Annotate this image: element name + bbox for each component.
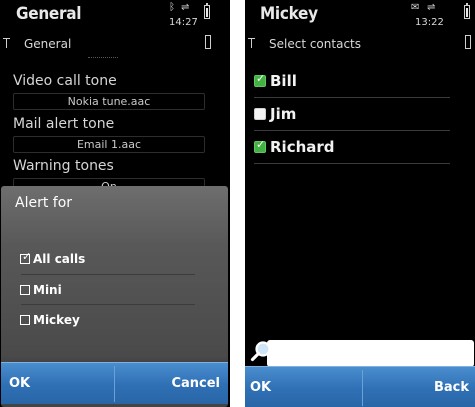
divider	[254, 163, 450, 164]
battery-level-icon	[465, 35, 471, 49]
signal-icon	[248, 38, 255, 48]
contact-name: Bill	[270, 72, 297, 90]
contact-name: Richard	[270, 138, 335, 156]
checkbox-checked-icon[interactable]: ✓	[20, 251, 31, 264]
alert-for-dialog: Alert for ✓ All calls Mini Mickey OK Canc…	[1, 186, 228, 407]
softkey-divider	[362, 370, 363, 406]
checkbox-checked-icon[interactable]: ✓	[254, 73, 266, 87]
cancel-button[interactable]: Cancel	[171, 363, 220, 405]
option-label: All calls	[33, 252, 86, 266]
option-all-calls[interactable]: ✓ All calls	[20, 251, 85, 267]
signal-icon	[3, 38, 10, 48]
setting-label[interactable]: Video call tone	[13, 73, 117, 89]
setting-value[interactable]: Email 1.aac	[13, 136, 205, 153]
checkbox-unchecked-icon[interactable]	[20, 315, 30, 325]
search-input[interactable]	[267, 340, 474, 367]
clock: 14:27	[169, 17, 198, 28]
contact-name: Jim	[270, 105, 297, 123]
checkbox-checked-icon[interactable]: ✓	[254, 139, 266, 153]
contact-item[interactable]: ✓ Bill	[254, 71, 297, 91]
bluetooth-icon: ᛒ	[169, 2, 175, 13]
clock: 13:22	[415, 17, 444, 28]
right-screen: Mickey ✉ ⇌ 13:22 Select contacts ✓ Bill J…	[245, 0, 475, 407]
status-bar: General ᛒ ⇌ 14:27	[0, 0, 230, 33]
search-bar	[247, 336, 474, 368]
left-screen: General ᛒ ⇌ 14:27 General Video call ton…	[0, 0, 230, 407]
contact-item[interactable]: Jim	[254, 104, 296, 124]
contact-item[interactable]: ✓ Richard	[254, 137, 335, 157]
battery-level-icon	[205, 35, 211, 49]
option-label: Mini	[33, 283, 62, 297]
divider	[254, 130, 450, 131]
usb-icon: ⇌	[181, 2, 190, 13]
option-mickey[interactable]: Mickey	[20, 312, 80, 328]
usb-icon: ⇌	[427, 2, 436, 13]
view-subtitle: General	[24, 37, 72, 51]
status-bar: Mickey ✉ ⇌ 13:22	[245, 0, 475, 33]
mail-icon: ✉	[411, 2, 420, 13]
checkbox-unchecked-icon[interactable]	[20, 285, 30, 295]
checkbox-unchecked-icon[interactable]	[254, 108, 266, 120]
softkey-bar: OK Cancel	[1, 362, 228, 404]
dialog-title: Alert for	[15, 195, 73, 211]
divider	[254, 97, 450, 98]
battery-icon	[464, 3, 470, 19]
option-mini[interactable]: Mini	[20, 282, 62, 298]
back-button[interactable]: Back	[434, 367, 469, 407]
search-icon[interactable]	[250, 340, 272, 362]
setting-value[interactable]: Nokia tune.aac	[13, 93, 205, 110]
softkey-divider	[114, 366, 115, 402]
setting-label[interactable]: Warning tones	[13, 158, 114, 174]
scroll-hint	[88, 57, 118, 59]
setting-label[interactable]: Mail alert tone	[13, 116, 114, 132]
divider	[21, 274, 195, 275]
ok-button[interactable]: OK	[9, 363, 30, 405]
divider	[21, 304, 195, 305]
option-label: Mickey	[33, 313, 80, 327]
app-title: Mickey	[260, 4, 318, 24]
ok-button[interactable]: OK	[250, 367, 271, 407]
app-title: General	[16, 4, 82, 24]
view-subtitle: Select contacts	[269, 37, 361, 51]
battery-icon	[204, 3, 210, 19]
softkey-bar: OK Back	[245, 366, 475, 407]
